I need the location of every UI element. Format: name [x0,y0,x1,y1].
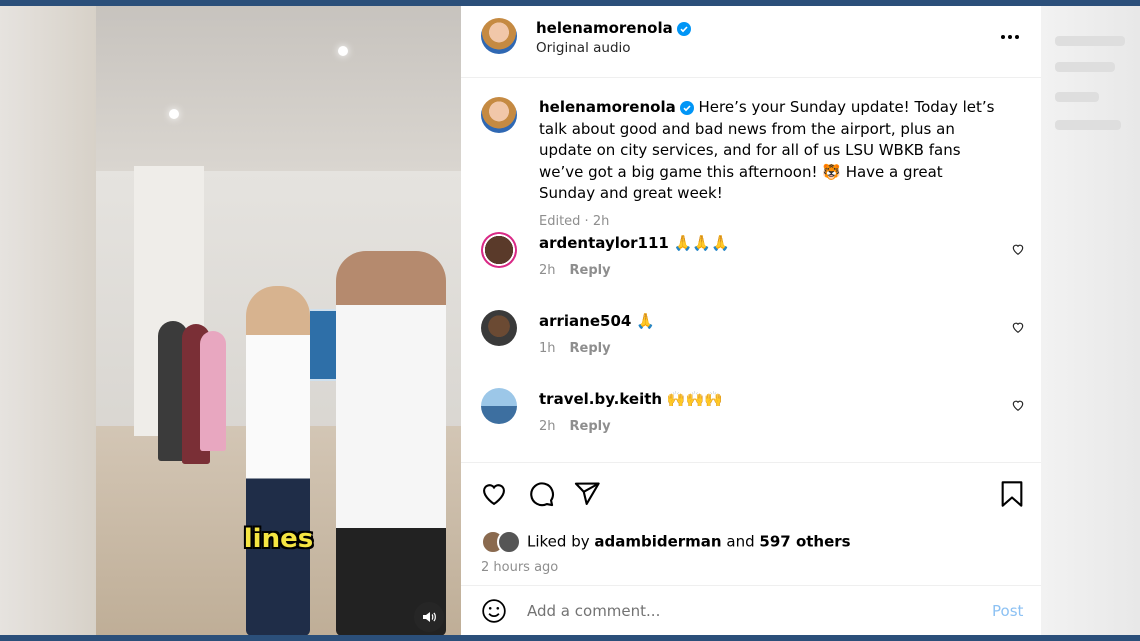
comment-heart-icon[interactable] [1011,320,1025,334]
blurred-text [1055,36,1125,46]
caption-author-avatar[interactable] [481,97,517,133]
comment-item: ardentaylor111 🙏🙏🙏 2h Reply [461,232,1041,302]
author-username[interactable]: helenamorenola [536,19,673,37]
commenter-username[interactable]: ardentaylor111 [539,234,669,252]
caption-author-username[interactable]: helenamorenola [539,98,676,116]
man-figure [336,251,446,635]
comment-heart-icon[interactable] [1011,242,1025,256]
comment-body: 🙏🙏🙏 [673,234,730,252]
commenter-username[interactable]: travel.by.keith [539,390,662,408]
background-left [0,6,96,635]
commenter-avatar[interactable] [481,310,517,346]
verified-badge-icon [679,100,694,115]
like-heart-icon[interactable] [480,480,508,508]
background-person [200,331,226,451]
comment-time: 2h [539,419,556,434]
bookmark-icon[interactable] [999,480,1025,508]
reply-button[interactable]: Reply [570,419,611,434]
caption-meta: Edited · 2h [539,213,610,229]
liked-by-label: Liked by [527,532,590,551]
comment-input[interactable]: Add a comment... [527,602,660,620]
comment-meta: 1h Reply [539,341,611,356]
share-icon[interactable] [573,480,601,508]
comment-meta: 2h Reply [539,419,611,434]
emoji-icon[interactable] [481,598,507,624]
post-header: helenamorenola Original audio [461,6,1041,78]
reply-button[interactable]: Reply [570,263,611,278]
comment-text: travel.by.keith 🙌🙌🙌 [539,390,723,408]
commenter-avatar[interactable] [481,232,517,268]
comment-text: arriane504 🙏 [539,312,655,330]
comment-meta: 2h Reply [539,263,611,278]
volume-icon [423,612,436,622]
post-time[interactable]: 2 hours ago [481,560,558,575]
likes-others[interactable]: 597 others [759,533,850,551]
video-ceiling [96,6,461,191]
volume-button[interactable] [414,602,444,632]
likes-summary: Liked by adambiderman and 597 others [481,530,851,554]
video-subtitle: lines [243,524,314,554]
ceiling-light [169,109,179,119]
post-video[interactable]: lines [96,6,461,635]
comment-text: ardentaylor111 🙏🙏🙏 [539,234,730,252]
comment-heart-icon[interactable] [1011,398,1025,412]
comment-time: 1h [539,341,556,356]
woman-figure [246,286,310,635]
audio-label[interactable]: Original audio [536,40,691,56]
comment-body: 🙏 [636,312,655,330]
author-avatar[interactable] [481,18,517,54]
comment-time: 2h [539,263,556,278]
post-panel: helenamorenola Original audio helenamore… [461,6,1041,635]
commenter-avatar[interactable] [481,388,517,424]
frame-bottom-border [0,635,1140,641]
comment-item: travel.by.keith 🙌🙌🙌 2h Reply [461,388,1041,458]
comment-body: 🙌🙌🙌 [666,390,723,408]
blurred-text [1055,92,1099,102]
more-options-icon[interactable] [1000,34,1020,40]
comment-icon[interactable] [527,480,555,508]
reply-button[interactable]: Reply [570,341,611,356]
verified-badge-icon [676,21,691,36]
post-comment-button[interactable]: Post [992,602,1023,620]
likes-joiner: and [726,532,755,551]
add-comment-bar: Add a comment... Post [461,585,1041,636]
liker-avatar [497,530,521,554]
blurred-text [1055,62,1115,72]
blurred-text [1055,120,1121,130]
liker-username[interactable]: adambiderman [594,533,721,551]
commenter-username[interactable]: arriane504 [539,312,631,330]
post-actions: Liked by adambiderman and 597 others 2 h… [461,462,1041,586]
post-caption: helenamorenola Here’s your Sunday update… [539,97,999,232]
ceiling-light [338,46,348,56]
comment-item: arriane504 🙏 1h Reply [461,310,1041,380]
author-block: helenamorenola Original audio [536,18,691,56]
